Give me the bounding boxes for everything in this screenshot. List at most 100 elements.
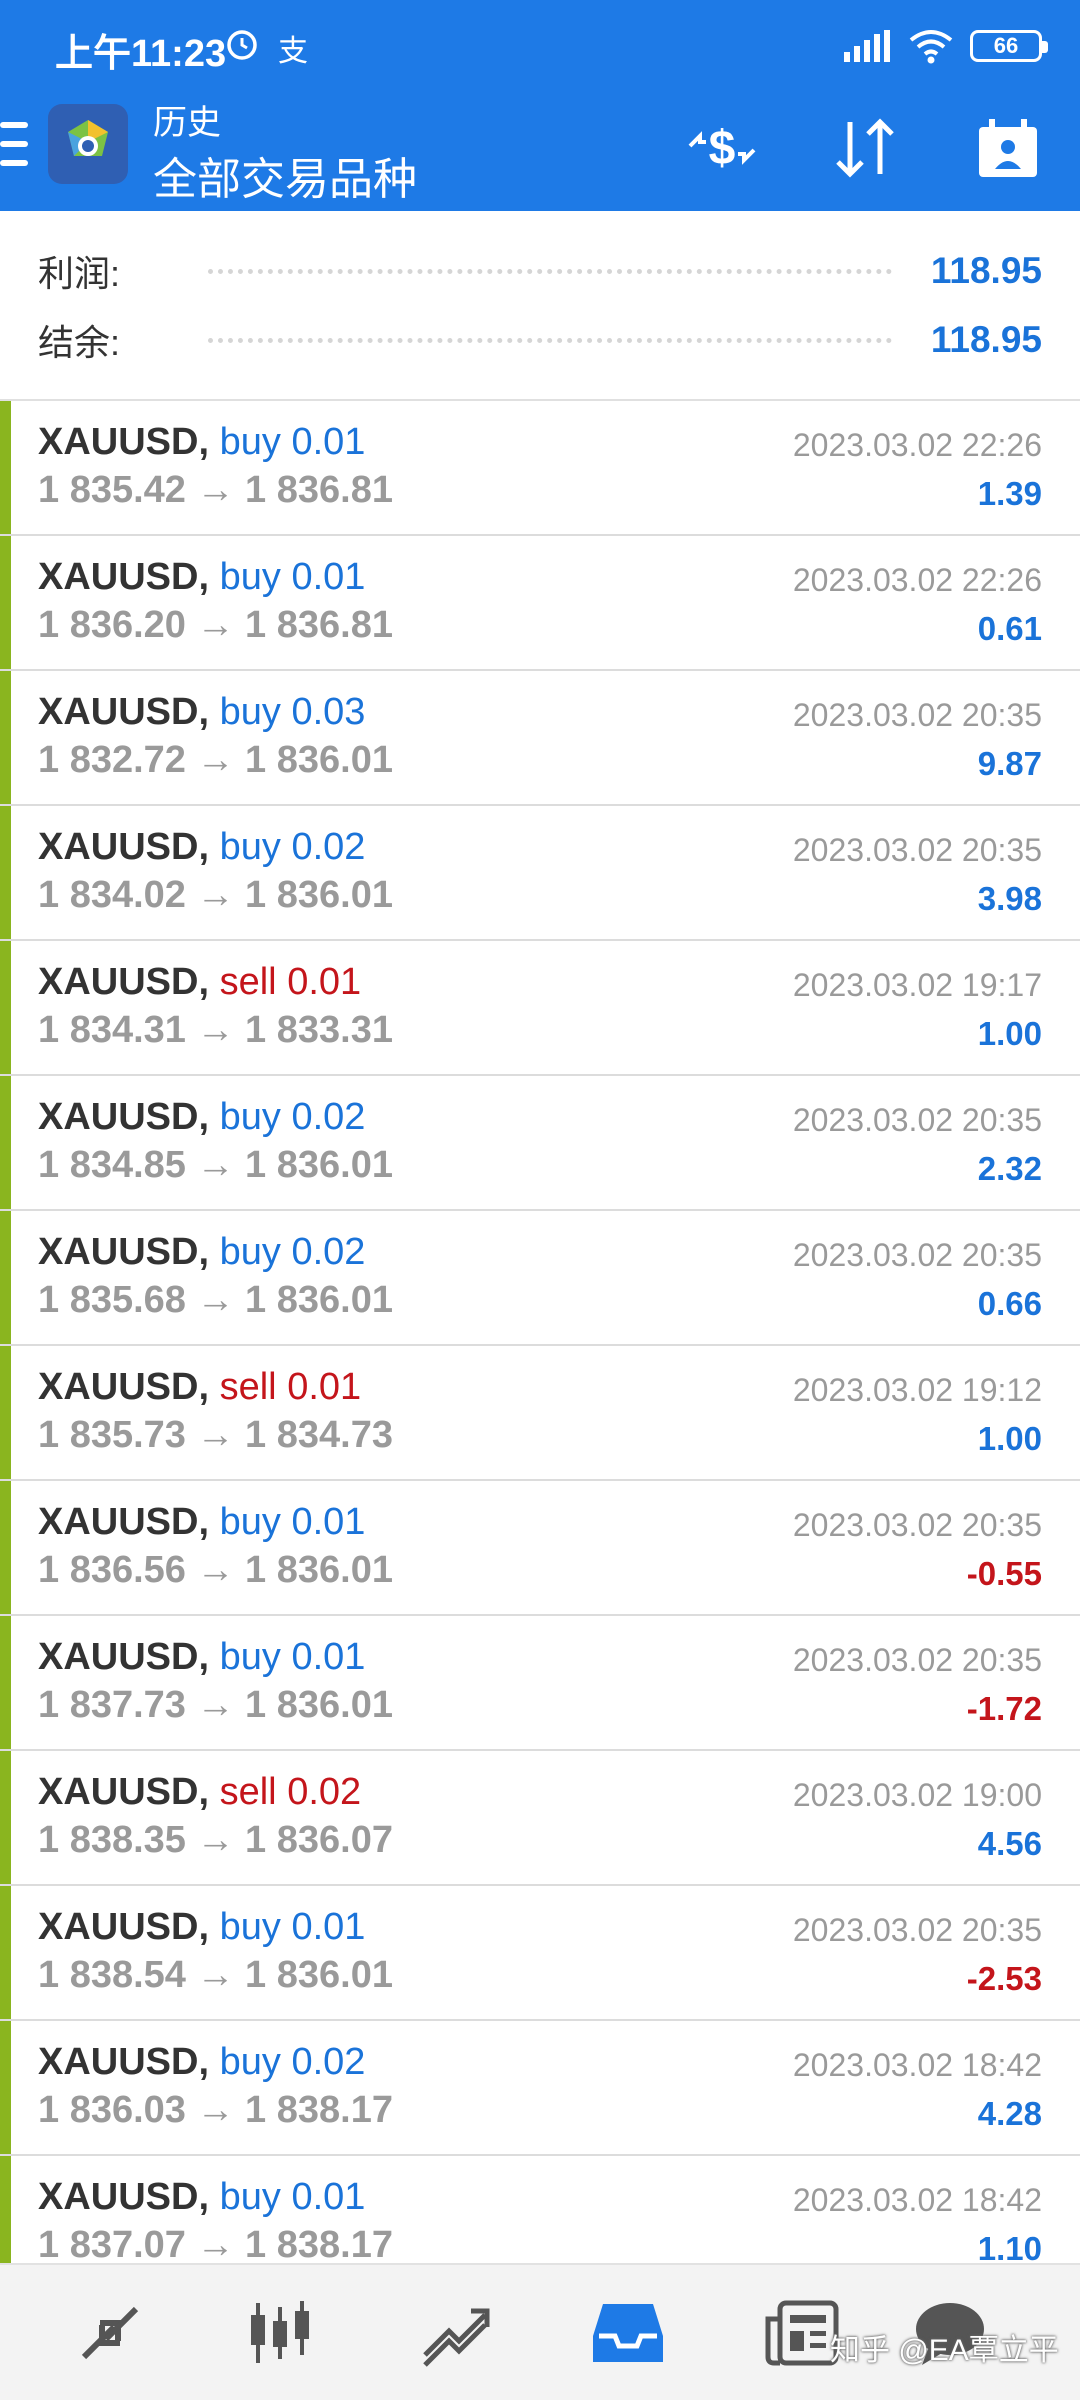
close-price: 1 836.01 bbox=[245, 1279, 393, 1321]
close-price: 1 834.73 bbox=[245, 1414, 393, 1456]
trade-symbol: XAUUSD, bbox=[38, 691, 210, 733]
trade-profit: 0.66 bbox=[977, 1285, 1042, 1322]
trade-symbol: XAUUSD, bbox=[38, 1366, 210, 1408]
trade-time: 2023.03.02 20:35 bbox=[792, 1642, 1042, 1678]
open-price: 1 832.72 bbox=[38, 739, 186, 781]
trade-symbol-line: XAUUSD, buy 0.01 bbox=[38, 1906, 365, 1949]
trade-row[interactable]: XAUUSD, buy 0.01 1 837.07 → 1 838.17 2023.… bbox=[0, 2156, 1080, 2263]
trade-symbol-line: XAUUSD, sell 0.01 bbox=[38, 961, 361, 1004]
open-price: 1 838.54 bbox=[38, 1954, 186, 1996]
trade-volume: 0.01 bbox=[287, 961, 362, 1003]
trade-row[interactable]: XAUUSD, buy 0.01 1 838.54 → 1 836.01 2023.… bbox=[0, 1886, 1080, 2021]
trade-volume: 0.02 bbox=[291, 826, 366, 868]
trade-price-line: 1 835.68 → 1 836.01 bbox=[38, 1279, 393, 1322]
profit-label: 利润: bbox=[38, 253, 121, 294]
open-price: 1 834.31 bbox=[38, 1009, 186, 1051]
quotes-icon[interactable] bbox=[70, 2293, 150, 2373]
trade-row[interactable]: XAUUSD, buy 0.01 1 836.56 → 1 836.01 2023.… bbox=[0, 1481, 1080, 1616]
trade-symbol: XAUUSD, bbox=[38, 1906, 210, 1948]
close-price: 1 833.31 bbox=[245, 1009, 393, 1051]
trade-status-bar bbox=[0, 1211, 11, 1344]
page-subtitle: 历史 bbox=[153, 104, 221, 142]
balance-row: 结余: 118.95 bbox=[38, 315, 1042, 365]
trade-symbol: XAUUSD, bbox=[38, 1231, 210, 1273]
watermark: 知乎 @EA覃立平 bbox=[830, 2334, 1059, 2367]
trade-profit: -1.72 bbox=[966, 1690, 1042, 1727]
trade-status-bar bbox=[0, 1346, 11, 1479]
arrow-right-icon: → bbox=[185, 1684, 246, 1726]
trade-time: 2023.03.02 18:42 bbox=[792, 2182, 1042, 2218]
wifi-icon bbox=[909, 30, 953, 64]
trade-type: sell bbox=[219, 1771, 277, 1813]
arrow-right-icon: → bbox=[185, 1954, 246, 1996]
history-summary: 利润: 118.95 结余: 118.95 bbox=[0, 211, 1080, 401]
trade-symbol-line: XAUUSD, sell 0.02 bbox=[38, 1771, 361, 1814]
trade-profit: 2.32 bbox=[977, 1150, 1042, 1187]
currency-exchange-icon[interactable]: $ bbox=[682, 108, 762, 188]
page-title[interactable]: 全部交易品种 bbox=[153, 143, 417, 207]
trade-row[interactable]: XAUUSD, sell 0.01 1 834.31 → 1 833.31 2023… bbox=[0, 941, 1080, 1076]
trade-symbol: XAUUSD, bbox=[38, 421, 210, 463]
close-price: 1 838.17 bbox=[245, 2089, 393, 2131]
alarm-icon bbox=[227, 30, 257, 60]
trade-symbol: XAUUSD, bbox=[38, 2041, 210, 2083]
trade-profit: -2.53 bbox=[966, 1960, 1042, 1997]
trade-row[interactable]: XAUUSD, buy 0.02 1 834.85 → 1 836.01 2023.… bbox=[0, 1076, 1080, 1211]
trade-type: buy bbox=[219, 691, 281, 733]
trade-time: 2023.03.02 20:35 bbox=[792, 1507, 1042, 1543]
trade-profit: -0.55 bbox=[966, 1555, 1042, 1592]
trade-time: 2023.03.02 20:35 bbox=[792, 1912, 1042, 1948]
close-price: 1 836.01 bbox=[245, 1549, 393, 1591]
status-right-icons: 66 bbox=[842, 28, 1048, 64]
trade-row[interactable]: XAUUSD, buy 0.03 1 832.72 → 1 836.01 2023.… bbox=[0, 671, 1080, 806]
trade-row[interactable]: XAUUSD, buy 0.02 1 835.68 → 1 836.01 2023.… bbox=[0, 1211, 1080, 1346]
calendar-icon[interactable] bbox=[968, 108, 1048, 188]
trade-row[interactable]: XAUUSD, buy 0.02 1 836.03 → 1 838.17 2023.… bbox=[0, 2021, 1080, 2156]
close-price: 1 836.01 bbox=[245, 1684, 393, 1726]
trade-volume: 0.01 bbox=[291, 1501, 366, 1543]
trade-type: sell bbox=[219, 1366, 277, 1408]
balance-value: 118.95 bbox=[930, 319, 1042, 360]
trade-type: buy bbox=[219, 1231, 281, 1273]
trade-symbol: XAUUSD, bbox=[38, 961, 210, 1003]
trade-price-line: 1 838.54 → 1 836.01 bbox=[38, 1954, 393, 1997]
trade-history-list[interactable]: XAUUSD, buy 0.01 1 835.42 → 1 836.81 2023.… bbox=[0, 401, 1080, 2263]
trade-type: buy bbox=[219, 1501, 281, 1543]
trade-status-bar bbox=[0, 1886, 11, 2019]
trade-profit: 1.39 bbox=[977, 475, 1042, 512]
trade-icon[interactable] bbox=[415, 2293, 495, 2373]
arrow-right-icon: → bbox=[185, 1009, 246, 1051]
dotted-leader bbox=[208, 268, 892, 274]
trade-status-bar bbox=[0, 941, 11, 1074]
trade-row[interactable]: XAUUSD, sell 0.01 1 835.73 → 1 834.73 2023… bbox=[0, 1346, 1080, 1481]
trade-time: 2023.03.02 19:17 bbox=[792, 967, 1042, 1003]
trade-row[interactable]: XAUUSD, buy 0.01 1 837.73 → 1 836.01 2023.… bbox=[0, 1616, 1080, 1751]
trade-status-bar bbox=[0, 1751, 11, 1884]
trade-symbol-line: XAUUSD, buy 0.02 bbox=[38, 1231, 365, 1274]
open-price: 1 837.07 bbox=[38, 2224, 186, 2263]
open-price: 1 836.20 bbox=[38, 604, 186, 646]
menu-button[interactable] bbox=[0, 122, 28, 166]
sort-icon[interactable] bbox=[825, 108, 905, 188]
trade-volume: 0.01 bbox=[291, 2176, 366, 2218]
trade-type: buy bbox=[219, 1906, 281, 1948]
trade-type: buy bbox=[219, 1636, 281, 1678]
trade-symbol: XAUUSD, bbox=[38, 1501, 210, 1543]
trade-symbol-line: XAUUSD, buy 0.01 bbox=[38, 1636, 365, 1679]
trade-row[interactable]: XAUUSD, buy 0.02 1 834.02 → 1 836.01 2023.… bbox=[0, 806, 1080, 941]
trade-price-line: 1 835.73 → 1 834.73 bbox=[38, 1414, 393, 1457]
top-app-bar: 上午11:23 支 66 历史 全部交易品种 $ bbox=[0, 0, 1080, 211]
trade-profit: 1.00 bbox=[977, 1420, 1042, 1457]
trade-time: 2023.03.02 20:35 bbox=[792, 1237, 1042, 1273]
trade-row[interactable]: XAUUSD, sell 0.02 1 838.35 → 1 836.07 2023… bbox=[0, 1751, 1080, 1886]
trade-symbol: XAUUSD, bbox=[38, 1636, 210, 1678]
trade-symbol: XAUUSD, bbox=[38, 1096, 210, 1138]
trade-row[interactable]: XAUUSD, buy 0.01 1 835.42 → 1 836.81 2023.… bbox=[0, 401, 1080, 536]
trade-type: sell bbox=[219, 961, 277, 1003]
signal-icon bbox=[844, 30, 890, 62]
trade-row[interactable]: XAUUSD, buy 0.01 1 836.20 → 1 836.81 2023.… bbox=[0, 536, 1080, 671]
trade-status-bar bbox=[0, 401, 11, 534]
arrow-right-icon: → bbox=[185, 2089, 246, 2131]
history-icon[interactable] bbox=[588, 2293, 668, 2373]
chart-icon[interactable] bbox=[240, 2293, 320, 2373]
